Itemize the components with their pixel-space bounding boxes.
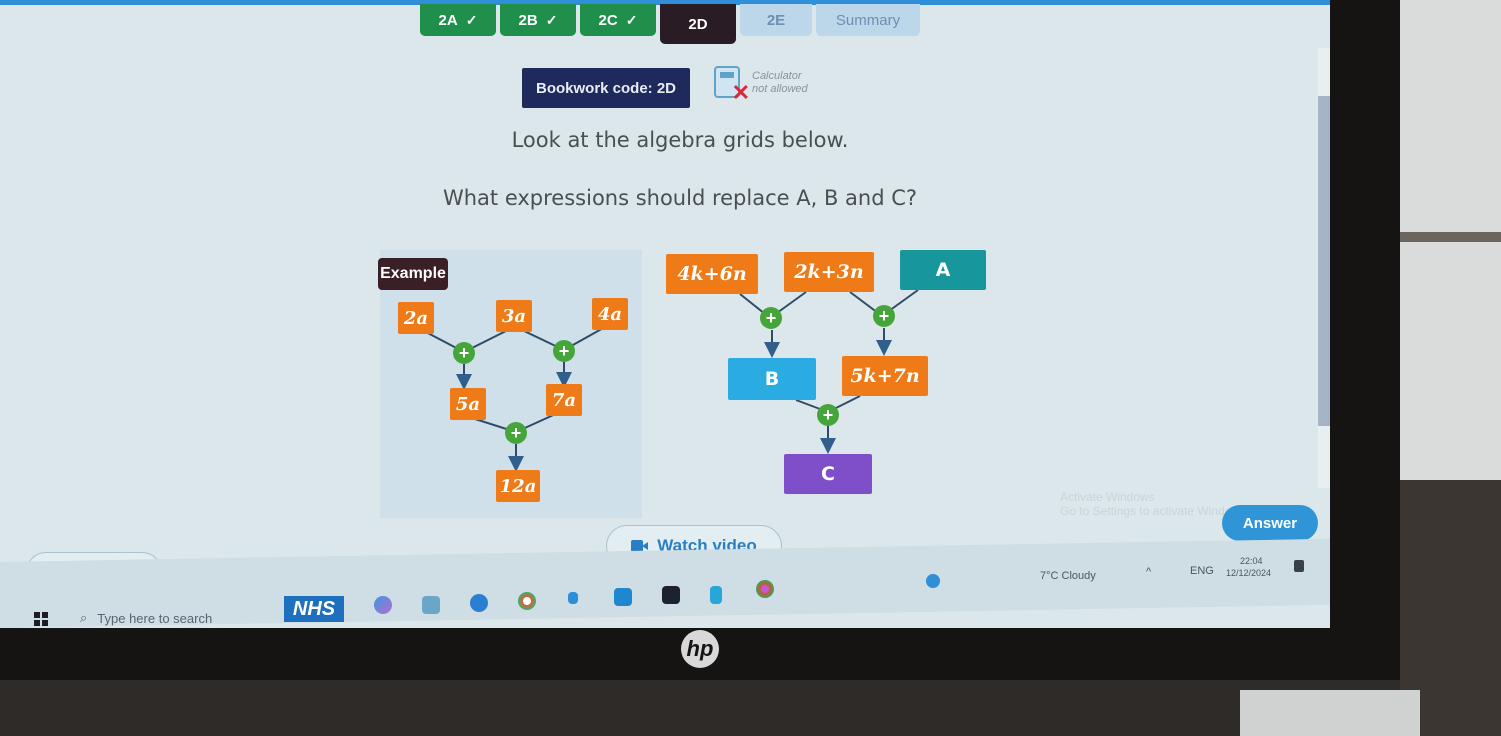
puzzle-node-top-2: 2k+3n: [784, 252, 874, 292]
hp-logo: hp: [681, 630, 719, 668]
language-indicator[interactable]: ENG: [1190, 565, 1214, 577]
plus-icon: +: [553, 340, 575, 362]
example-node-top-1: 2a: [398, 302, 434, 334]
desk-surface: [1240, 690, 1420, 736]
example-node-top-2: 3a: [496, 300, 532, 332]
screen: 2A ✓ 2B ✓ 2C ✓ 2D 2E Summary Bookwork co…: [0, 0, 1330, 628]
copilot-icon[interactable]: [374, 596, 392, 614]
windows-start-icon[interactable]: [34, 612, 48, 626]
weather-widget[interactable]: 7°C Cloudy: [1040, 570, 1096, 582]
puzzle-node-c: C: [784, 454, 872, 494]
browser-icon[interactable]: [518, 592, 536, 610]
app-u-icon[interactable]: [710, 586, 722, 604]
puzzle-node-b: B: [728, 358, 816, 400]
show-hidden-icons[interactable]: ^: [1146, 566, 1151, 578]
laptop-hinge: [0, 680, 1400, 736]
epic-games-icon[interactable]: [662, 586, 680, 604]
example-node-middle-2: 7a: [546, 384, 582, 416]
example-node-top-3: 4a: [592, 298, 628, 330]
help-icon[interactable]: [926, 574, 940, 588]
answer-button[interactable]: Answer: [1222, 505, 1318, 541]
example-tag: Example: [378, 258, 448, 290]
puzzle-node-top-1: 4k+6n: [666, 254, 758, 294]
example-node-middle-1: 5a: [450, 388, 486, 420]
nhs-app-icon[interactable]: NHS: [284, 596, 344, 622]
plus-icon: +: [453, 342, 475, 364]
outlook-icon[interactable]: [614, 588, 632, 606]
onedrive-photos-icon[interactable]: [470, 594, 488, 612]
activate-windows-watermark: Activate Windows Go to Settings to activ…: [1060, 490, 1249, 518]
chrome-icon[interactable]: [756, 580, 774, 598]
example-node-result: 12a: [496, 470, 540, 502]
app-icon[interactable]: [568, 592, 578, 604]
wall-shelf: [1400, 232, 1501, 242]
background-wall: [1400, 0, 1501, 736]
notifications-icon[interactable]: [1294, 560, 1304, 572]
watermark-title: Activate Windows: [1060, 490, 1155, 504]
plus-icon: +: [505, 422, 527, 444]
plus-icon: +: [760, 307, 782, 329]
clock-time[interactable]: 22:04: [1240, 556, 1263, 566]
taskbar-search[interactable]: ⌕ Type here to search: [60, 600, 280, 628]
store-icon[interactable]: [422, 596, 440, 614]
search-icon: ⌕: [80, 610, 88, 625]
scrollbar-thumb[interactable]: [1318, 96, 1330, 426]
clock-date[interactable]: 12/12/2024: [1226, 568, 1271, 578]
search-placeholder: Type here to search: [97, 610, 213, 626]
puzzle-node-middle-2: 5k+7n: [842, 356, 928, 396]
puzzle-node-a: A: [900, 250, 986, 290]
watermark-subtitle: Go to Settings to activate Windows.: [1060, 504, 1250, 518]
plus-icon: +: [873, 305, 895, 327]
plus-icon: +: [817, 404, 839, 426]
